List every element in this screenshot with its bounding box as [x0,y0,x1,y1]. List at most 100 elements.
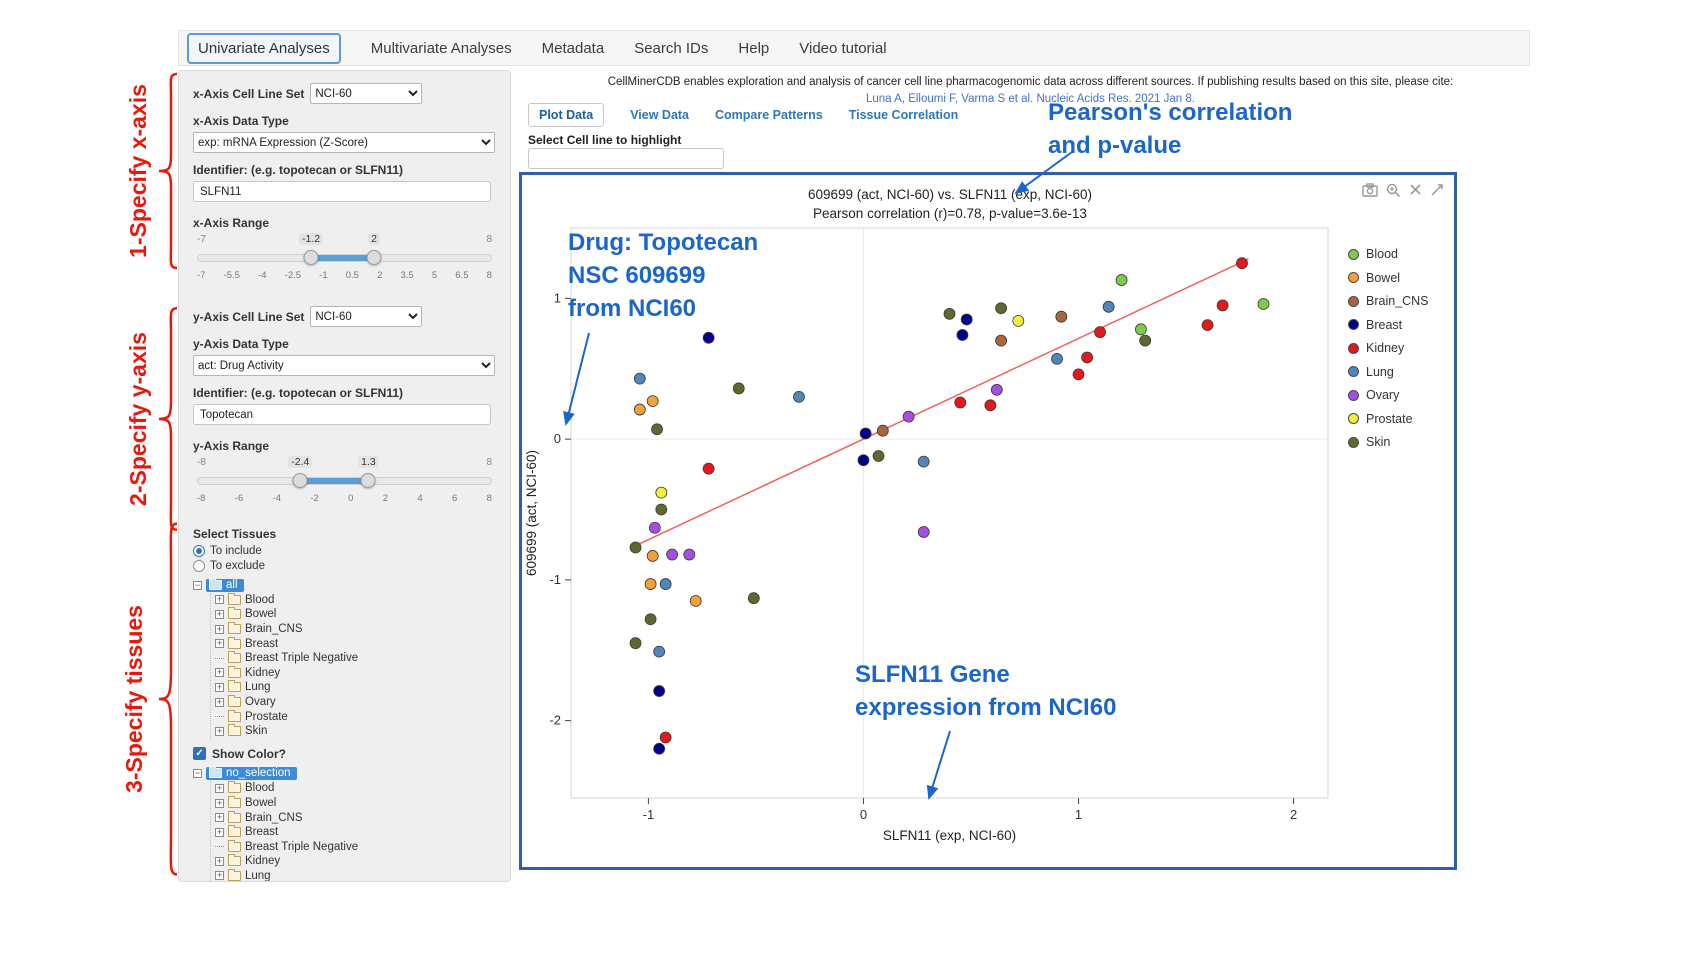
scatter-point-kidney[interactable] [1095,327,1106,338]
scatter-point-breast[interactable] [654,743,665,754]
scatter-point-blood[interactable] [1258,299,1269,310]
tree-expand-icon[interactable]: + [215,828,224,837]
scatter-point-kidney[interactable] [1073,369,1084,380]
scatter-point-bowel[interactable] [647,550,658,561]
tree-root-all[interactable]: all [206,579,244,592]
scatter-point-skin[interactable] [873,451,884,462]
y-data-type-select[interactable]: act: Drug Activity [193,355,495,376]
scatter-point-skin[interactable] [733,383,744,394]
scatter-point-skin[interactable] [652,424,663,435]
tab-compare-patterns[interactable]: Compare Patterns [715,108,823,122]
tree-collapse-icon[interactable]: − [193,769,202,778]
tissue-exclude-radio[interactable]: To exclude [193,560,496,572]
scatter-point-breast[interactable] [654,686,665,697]
tree-expand-icon[interactable]: + [215,683,224,692]
scatter-point-ovary[interactable] [991,384,1002,395]
tissue-include-radio[interactable]: To include [193,545,496,557]
legend-item-prostate[interactable]: Prostate [1348,412,1429,426]
pan-icon[interactable] [1430,183,1444,197]
tree-expand-icon[interactable]: + [215,595,224,604]
slider-handle-from[interactable] [293,473,308,488]
y-identifier-input[interactable] [193,404,491,425]
legend-item-skin[interactable]: Skin [1348,435,1429,449]
tree-item-prostate[interactable]: Prostate [215,709,496,724]
show-color-row[interactable]: ✓ Show Color? [193,747,496,761]
scatter-point-bowel[interactable] [690,595,701,606]
scatter-point-lung[interactable] [1052,353,1063,364]
scatter-point-brain-cns[interactable] [1056,311,1067,322]
scatter-point-skin[interactable] [944,308,955,319]
zoom-in-icon[interactable] [1386,183,1401,197]
scatter-point-blood[interactable] [1116,275,1127,286]
tree-item-skin[interactable]: +Skin [215,724,496,739]
scatter-point-kidney[interactable] [1236,258,1247,269]
tree-item-blood[interactable]: +Blood [215,593,496,608]
tree-item-lung[interactable]: +Lung [215,869,496,882]
scatter-point-lung[interactable] [918,456,929,467]
tree-item-breast-triple-negative[interactable]: Breast Triple Negative [215,840,496,855]
scatter-point-kidney[interactable] [1082,352,1093,363]
scatter-point-skin[interactable] [656,504,667,515]
tab-tissue-correlation[interactable]: Tissue Correlation [849,108,959,122]
x-identifier-input[interactable] [193,181,491,202]
scatter-point-lung[interactable] [793,391,804,402]
scatter-point-breast[interactable] [961,314,972,325]
nav-tab-metadata[interactable]: Metadata [542,40,605,57]
x-data-type-select[interactable]: exp: mRNA Expression (Z-Score) [193,132,495,153]
scatter-point-kidney[interactable] [1217,300,1228,311]
tab-plot-data[interactable]: Plot Data [528,103,604,127]
radio-exclude-icon[interactable] [193,560,205,572]
tree-item-brain-cns[interactable]: +Brain_CNS [215,622,496,637]
legend-item-blood[interactable]: Blood [1348,247,1429,261]
legend-item-ovary[interactable]: Ovary [1348,388,1429,402]
tree-item-bowel[interactable]: +Bowel [215,796,496,811]
scatter-point-prostate[interactable] [656,487,667,498]
tree-expand-icon[interactable]: + [215,784,224,793]
scatter-point-kidney[interactable] [1202,320,1213,331]
tree-collapse-icon[interactable]: − [193,581,202,590]
tree-root-no-selection[interactable]: no_selection [206,767,297,780]
scatter-point-lung[interactable] [660,579,671,590]
scatter-point-breast[interactable] [957,329,968,340]
scatter-point-prostate[interactable] [1013,315,1024,326]
tree-expand-icon[interactable]: + [215,639,224,648]
y-range-slider[interactable]: -88-2.41.3-8-6-4-202468 [197,457,492,513]
tree-expand-icon[interactable]: + [215,668,224,677]
scatter-point-ovary[interactable] [667,549,678,560]
camera-icon[interactable] [1362,183,1378,197]
tree-item-brain-cns[interactable]: +Brain_CNS [215,810,496,825]
scatter-point-ovary[interactable] [903,411,914,422]
highlight-input[interactable] [528,148,724,169]
legend-item-brain-cns[interactable]: Brain_CNS [1348,294,1429,308]
scatter-point-blood[interactable] [1135,324,1146,335]
x-range-slider[interactable]: -78-1.22-7-5.5-4-2.5-10.523.556.58 [197,234,492,290]
tree-expand-icon[interactable]: + [215,610,224,619]
tree-item-bowel[interactable]: +Bowel [215,607,496,622]
nav-tab-univariate-analyses[interactable]: Univariate Analyses [187,33,341,64]
scatter-point-kidney[interactable] [985,400,996,411]
legend-item-breast[interactable]: Breast [1348,318,1429,332]
scatter-point-lung[interactable] [1103,301,1114,312]
show-color-checkbox[interactable]: ✓ [193,747,206,760]
tree-item-kidney[interactable]: +Kidney [215,854,496,869]
slider-handle-to[interactable] [367,250,382,265]
tree-item-kidney[interactable]: +Kidney [215,666,496,681]
tree-expand-icon[interactable]: + [215,813,224,822]
scatter-point-skin[interactable] [645,614,656,625]
slider-handle-to[interactable] [361,473,376,488]
tree-item-ovary[interactable]: +Ovary [215,695,496,710]
scatter-point-lung[interactable] [634,373,645,384]
tree-item-lung[interactable]: +Lung [215,680,496,695]
scatter-point-lung[interactable] [654,646,665,657]
tree-expand-icon[interactable]: + [215,871,224,880]
tree-item-breast-triple-negative[interactable]: Breast Triple Negative [215,651,496,666]
scatter-point-skin[interactable] [1140,335,1151,346]
scatter-point-breast[interactable] [858,455,869,466]
tree-item-breast[interactable]: +Breast [215,825,496,840]
scatter-point-skin[interactable] [630,542,641,553]
nav-tab-search-ids[interactable]: Search IDs [634,40,708,57]
scatter-point-skin[interactable] [748,593,759,604]
tree-expand-icon[interactable]: + [215,625,224,634]
slider-handle-from[interactable] [304,250,319,265]
tree-expand-icon[interactable]: + [215,799,224,808]
